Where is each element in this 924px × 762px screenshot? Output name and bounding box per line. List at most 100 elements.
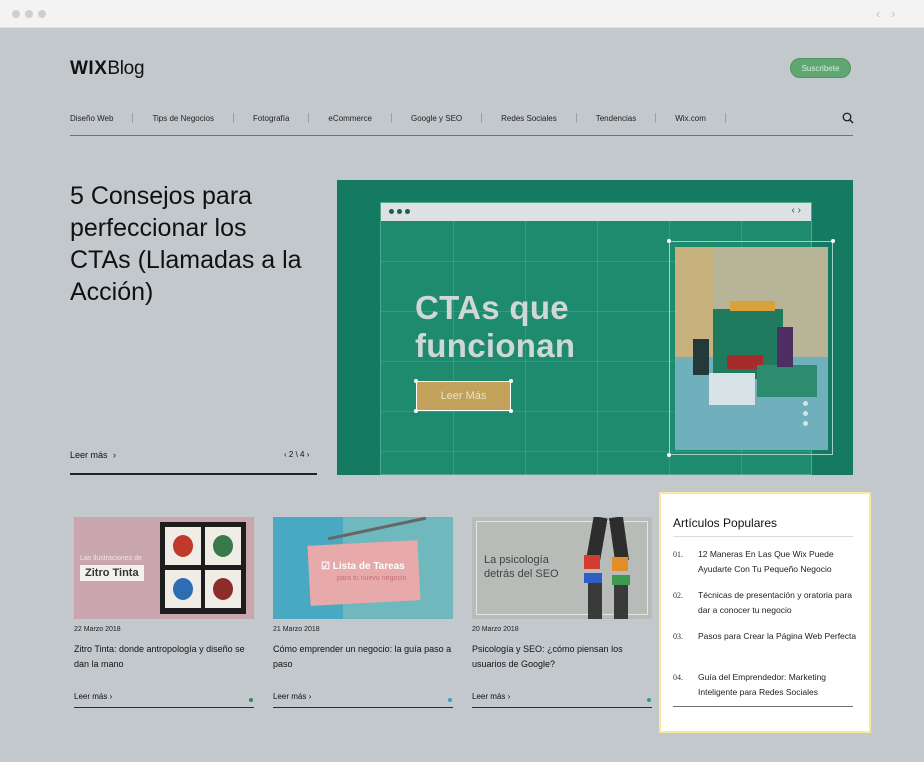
selection-handle: [414, 409, 418, 413]
search-icon[interactable]: [842, 112, 854, 124]
nav-item-ecommerce[interactable]: eCommerce: [328, 113, 411, 123]
popular-article-link[interactable]: Técnicas de presentación y oratoria para…: [698, 588, 858, 618]
browser-chrome: ‹ ›: [0, 0, 924, 28]
pager-next-icon[interactable]: ›: [304, 450, 310, 459]
orange-sock: [612, 557, 628, 571]
card-read-more-label: Leer más: [74, 692, 108, 701]
nav-item-label: Tendencias: [595, 113, 637, 123]
pager-label: 2 \ 4: [288, 450, 305, 459]
card-read-more-label: Leer más: [472, 692, 506, 701]
photo-slide-dot: [803, 421, 808, 426]
photo-slide-dot: [803, 411, 808, 416]
window-dot-close[interactable]: [12, 10, 20, 18]
hero-read-more-link[interactable]: Leer más ›: [70, 450, 116, 460]
window-dot-maximize[interactable]: [38, 10, 46, 18]
nav-separator: [308, 113, 310, 123]
browser-back-icon[interactable]: ‹: [876, 6, 880, 21]
popular-article-link[interactable]: 12 Maneras En Las Que Wix Puede Ayudarte…: [698, 547, 858, 577]
nav-separator: [575, 113, 577, 123]
card-title[interactable]: Cómo emprender un negocio: la guía paso …: [273, 642, 453, 672]
card-overlay-big: Zitro Tinta: [80, 565, 144, 581]
cta-headline: CTAs que funcionan: [415, 289, 575, 365]
card-overlay-big-wrap: ☑ Lista de Tareas: [321, 561, 405, 572]
green-sock: [612, 575, 630, 585]
popular-article-number: 01.: [673, 550, 683, 559]
card-read-more-link[interactable]: Leer más ›: [74, 692, 112, 701]
popular-article-number: 04.: [673, 673, 683, 682]
chevron-right-icon: ›: [109, 692, 113, 701]
card-underline: [273, 707, 453, 708]
card-image[interactable]: ☑ Lista de Tareas para tu nuevo negocio: [273, 517, 453, 619]
card-read-more-link[interactable]: Leer más ›: [273, 692, 311, 701]
selection-handle: [667, 239, 671, 243]
popular-article-number: 02.: [673, 591, 683, 600]
card-title[interactable]: Psicología y SEO: ¿cómo piensan los usua…: [472, 642, 652, 672]
photo-slide-dot: [803, 401, 808, 406]
mockup-dot: [389, 209, 394, 214]
cta-read-more-button: Leer Más: [416, 381, 511, 411]
mockup-browser-bar: ‹ ›: [381, 203, 811, 221]
popular-article-link[interactable]: Guía del Emprendedor: Marketing Intelige…: [698, 670, 858, 700]
photo-yellow-wallet: [730, 301, 775, 311]
photo-white-block: [709, 373, 755, 405]
nav-separator: [724, 113, 726, 123]
card-overlay-small: para tu nuevo negocio: [337, 575, 407, 582]
photo-teal-block: [757, 365, 817, 397]
category-nav: Diseño Web Tips de Negocios Fotografía e…: [70, 110, 745, 126]
hero-underline: [70, 473, 317, 475]
browser-window: ‹ › WIXBlog Suscribete Diseño Web Tips d…: [0, 0, 924, 762]
card-overlay-line: detrás del SEO: [484, 568, 559, 580]
card-date: 22 Marzo 2018: [74, 626, 121, 633]
popular-articles-title: Artículos Populares: [673, 516, 778, 530]
nav-item-diseno-web[interactable]: Diseño Web: [70, 113, 152, 123]
popular-articles-widget: Artículos Populares 01. 12 Maneras En La…: [659, 492, 871, 733]
mockup-dot: [397, 209, 402, 214]
nav-item-google-seo[interactable]: Google y SEO: [411, 113, 501, 123]
window-dot-minimize[interactable]: [25, 10, 33, 18]
nav-item-tendencias[interactable]: Tendencias: [596, 113, 675, 123]
hero-image[interactable]: ‹ › CTAs que funcionan Leer Más: [337, 180, 853, 475]
nav-item-redes-sociales[interactable]: Redes Sociales: [501, 113, 596, 123]
blue-sock: [584, 573, 602, 583]
card-overlay-line: La psicología: [484, 554, 549, 566]
nav-item-wix-com[interactable]: Wix.com: [675, 113, 745, 123]
leg: [614, 579, 628, 619]
nav-item-tips-negocios[interactable]: Tips de Negocios: [152, 113, 253, 123]
wix-blog-logo[interactable]: WIXBlog: [70, 58, 145, 80]
photo-purple-case: [777, 327, 793, 367]
nav-item-label: eCommerce: [328, 113, 372, 123]
card-accent-dot: [249, 698, 253, 702]
cta-headline-line: CTAs que: [415, 289, 569, 326]
browser-forward-icon[interactable]: ›: [891, 6, 895, 21]
nav-item-label: Google y SEO: [411, 113, 463, 123]
popular-article-link[interactable]: Pasos para Crear la Página Web Perfecta: [698, 629, 858, 644]
popular-divider-top: [673, 536, 853, 537]
nav-separator: [655, 113, 657, 123]
card-image[interactable]: La psicología detrás del SEO: [472, 517, 652, 619]
card-overlay-big: Lista de Tareas: [332, 561, 405, 572]
card-read-more-label: Leer más: [273, 692, 307, 701]
cta-headline-line: funcionan: [415, 327, 576, 364]
hero-pager: ‹ 2 \ 4 ›: [284, 450, 309, 459]
selection-handle: [667, 453, 671, 457]
red-sock: [584, 555, 600, 569]
card-read-more-link[interactable]: Leer más ›: [472, 692, 510, 701]
illustration-panel: [205, 570, 241, 608]
card-title[interactable]: Zitro Tinta: donde antropología y diseño…: [74, 642, 254, 672]
card-accent-dot: [448, 698, 452, 702]
card-overlay-small: Las ilustraciones de: [80, 555, 142, 562]
hero-title[interactable]: 5 Consejos para perfeccionar los CTAs (L…: [70, 180, 310, 308]
mockup-arrows-icon: ‹ ›: [791, 205, 801, 216]
nav-separator: [132, 113, 134, 123]
card-image[interactable]: Las ilustraciones de Zitro Tinta: [74, 517, 254, 619]
product-photo: [675, 247, 828, 450]
popular-divider-bottom: [673, 706, 853, 707]
subscribe-button[interactable]: Suscribete: [790, 58, 851, 78]
mockup-browser-window: ‹ › CTAs que funcionan Leer Más: [380, 202, 835, 475]
card-underline: [472, 707, 652, 708]
selection-handle: [509, 379, 513, 383]
illustration-panel: [165, 527, 201, 565]
nav-item-label: Redes Sociales: [501, 113, 557, 123]
nav-item-fotografia[interactable]: Fotografía: [253, 113, 328, 123]
nav-item-label: Diseño Web: [70, 113, 114, 123]
